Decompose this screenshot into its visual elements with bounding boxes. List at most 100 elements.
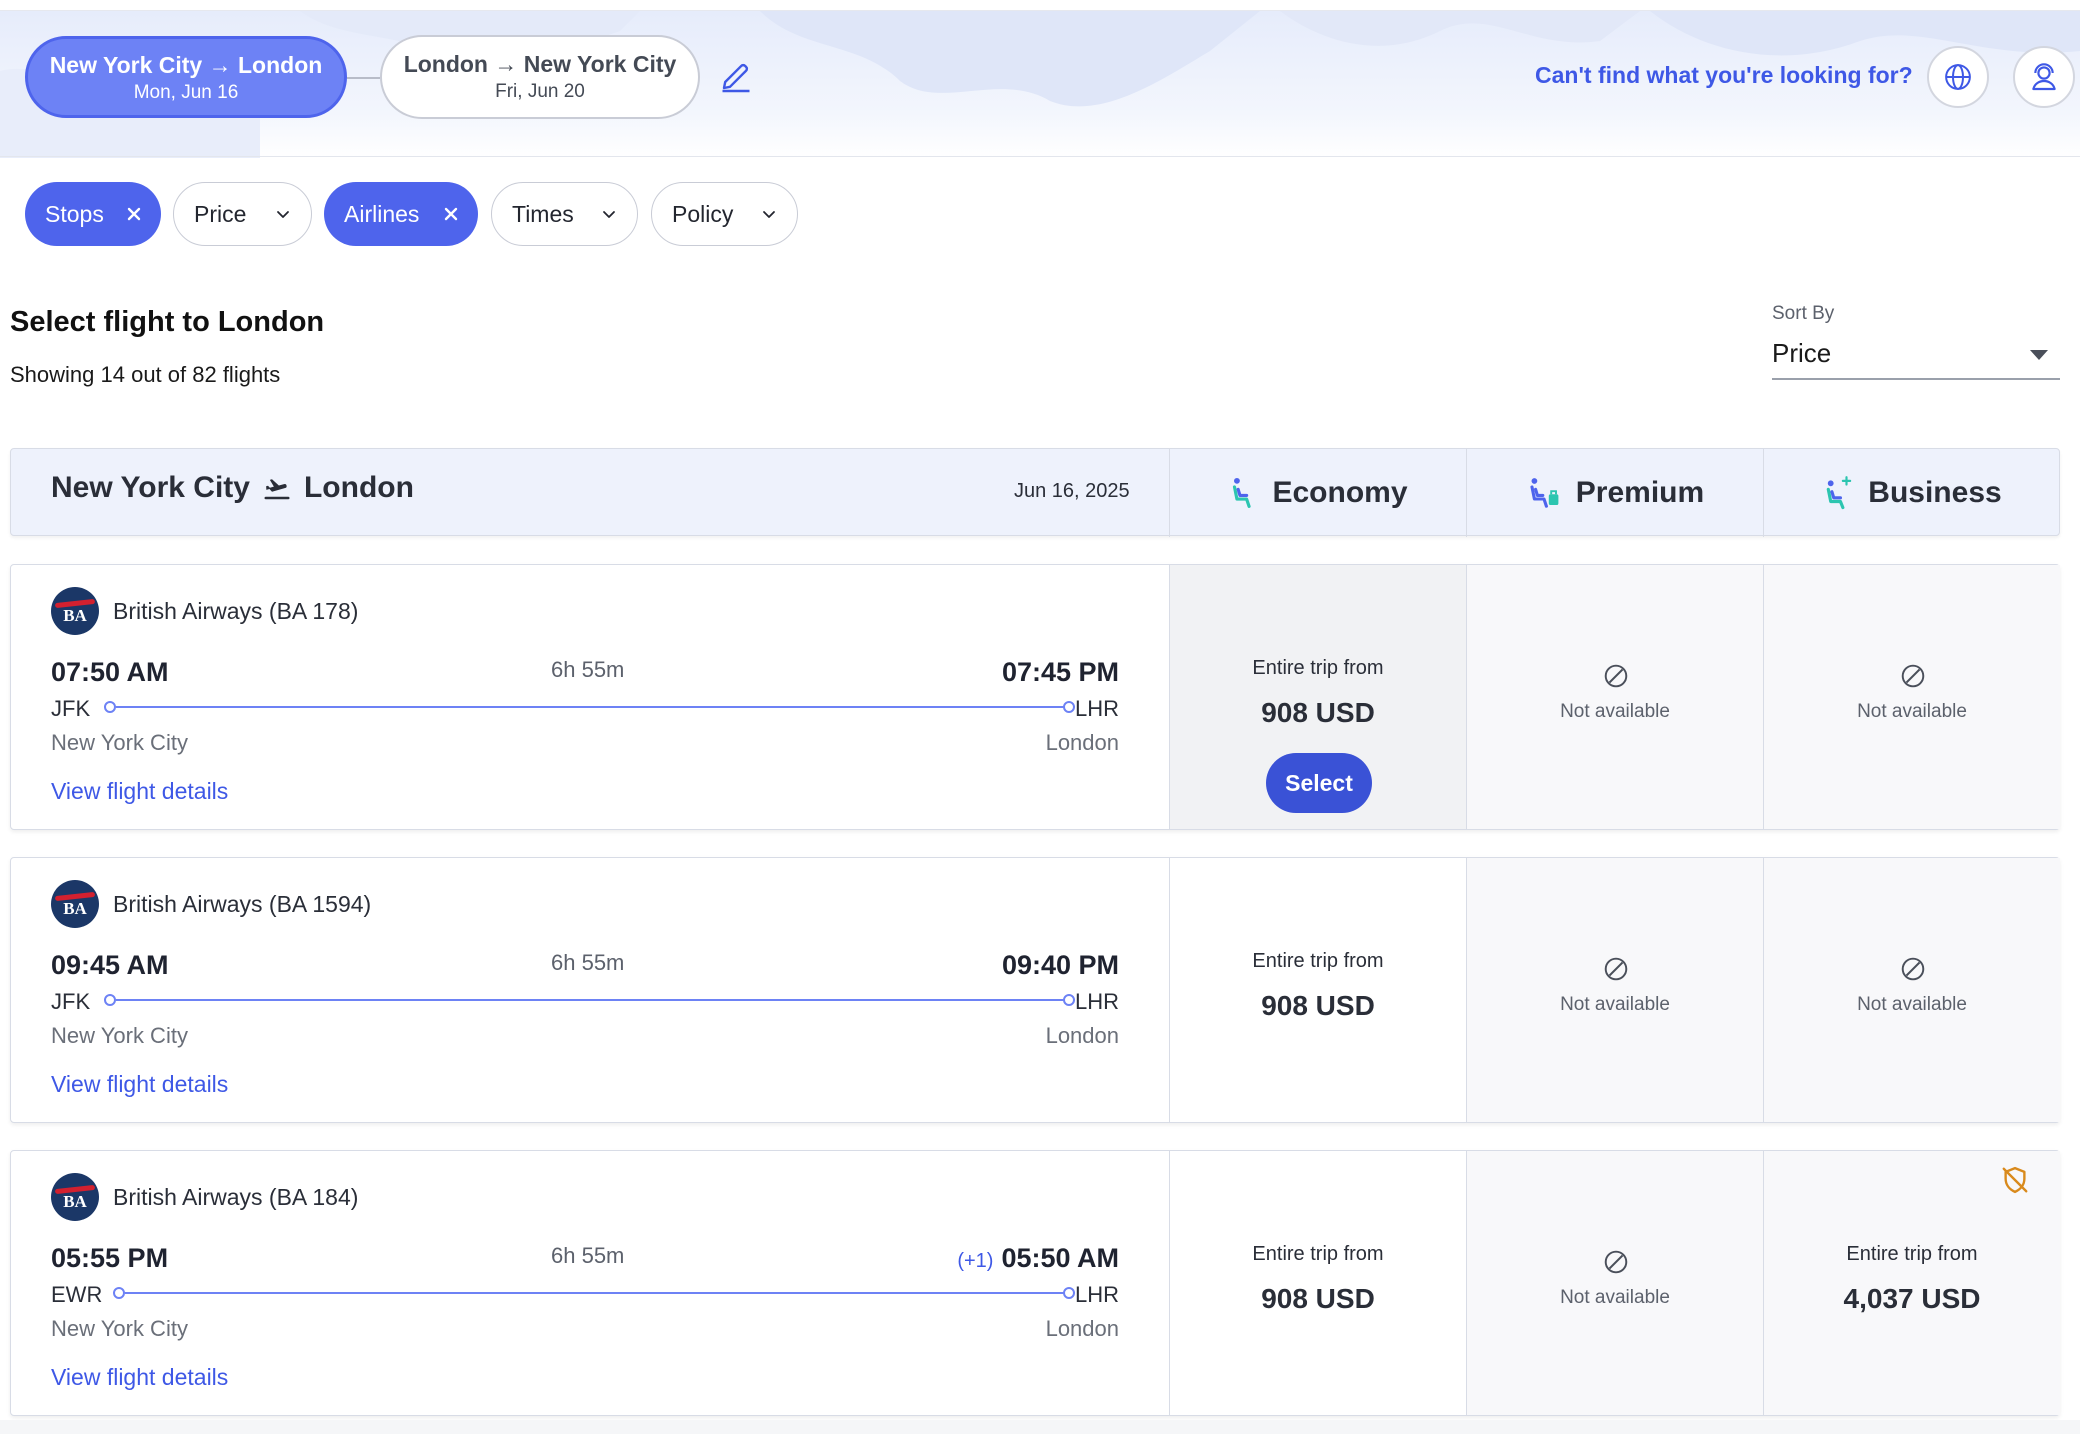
route-start-dot <box>104 701 116 713</box>
edit-icon[interactable] <box>718 58 754 94</box>
filter-price-label: Price <box>194 200 247 227</box>
fare-economy[interactable]: Entire trip from 908 USD <box>1169 1151 1466 1415</box>
route-end-dot <box>1063 1287 1075 1299</box>
return-leg-pill[interactable]: London → New York City Fri, Jun 20 <box>380 35 700 119</box>
flight-card: BA British Airways (BA 184) 05:55 PM 6h … <box>10 1150 2060 1416</box>
filter-airlines-label: Airlines <box>344 200 420 227</box>
flight-duration: 6h 55m <box>551 950 625 975</box>
header-origin: New York City <box>51 471 250 504</box>
fare-from-label: Entire trip from <box>1252 657 1384 679</box>
results-table-header: New York City London Jun 16, 2025 Econom… <box>10 448 2060 537</box>
chevron-down-icon <box>763 211 775 218</box>
not-available-text: Not available <box>1560 701 1670 722</box>
close-icon[interactable] <box>127 207 141 221</box>
close-icon[interactable] <box>444 207 458 221</box>
fare-business[interactable]: Entire trip from 4,037 USD <box>1763 1151 2060 1415</box>
filter-stops[interactable]: Stops <box>25 182 161 246</box>
outbound-date: Mon, Jun 16 <box>133 82 239 103</box>
departure-airport: JFK <box>51 989 91 1014</box>
view-flight-details-link[interactable]: View flight details <box>51 778 228 805</box>
route-start-dot <box>113 1287 125 1299</box>
flight-card: BA British Airways (BA 1594) 09:45 AM 6h… <box>10 857 2060 1123</box>
fare-economy[interactable]: Entire trip from 908 USD Select <box>1169 565 1466 829</box>
departure-time: 09:45 AM <box>51 950 169 980</box>
business-seat-icon <box>1827 476 1852 510</box>
hero-divider <box>0 156 2080 157</box>
fare-economy[interactable]: Entire trip from 908 USD <box>1169 858 1466 1122</box>
filter-times-label: Times <box>512 200 574 227</box>
airline-row: BA British Airways (BA 178) <box>51 587 358 635</box>
fare-price: 908 USD <box>1261 1283 1375 1314</box>
day-offset-badge: (+1) <box>957 1250 994 1272</box>
cabin-header-economy: Economy <box>1169 449 1466 537</box>
page-bottom-edge <box>0 1420 2080 1434</box>
filter-price[interactable]: Price <box>173 182 312 246</box>
plane-takeoff-icon <box>264 479 290 500</box>
arrival-airport: LHR <box>1074 696 1119 721</box>
cabin-business-label: Business <box>1868 476 2002 509</box>
not-available-text: Not available <box>1857 994 1967 1015</box>
arrival-time-value: 07:45 PM <box>1001 657 1119 687</box>
cabin-premium-label: Premium <box>1575 476 1705 509</box>
fare-from-label: Entire trip from <box>1846 1243 1978 1265</box>
outbound-leg-pill[interactable]: New York City → London Mon, Jun 16 <box>25 36 347 118</box>
not-available-text: Not available <box>1560 1287 1670 1308</box>
route-end-dot <box>1063 994 1075 1006</box>
language-button[interactable] <box>1927 46 1989 108</box>
page-title: Select flight to London <box>10 306 325 338</box>
chevron-down-icon <box>277 211 289 218</box>
flight-duration: 6h 55m <box>551 657 625 682</box>
globe-icon <box>1945 64 1971 90</box>
support-agent-button[interactable] <box>2013 46 2075 108</box>
fare-price: 4,037 USD <box>1843 1283 1981 1314</box>
arrival-city: London <box>1045 730 1119 755</box>
out-of-policy-shield-icon <box>2002 1166 2028 1194</box>
outbound-route: New York City → London <box>49 52 323 78</box>
view-flight-details-link[interactable]: View flight details <box>51 1071 228 1098</box>
route-line <box>116 999 1066 1001</box>
route-line <box>116 706 1066 708</box>
results-count: Showing 14 out of 82 flights <box>10 362 281 387</box>
arrival-time-value: 05:50 AM <box>1001 1243 1119 1273</box>
airline-row: BA British Airways (BA 1594) <box>51 880 371 928</box>
fare-price: 908 USD <box>1261 697 1375 728</box>
not-available-icon <box>1901 957 1925 981</box>
leg-connector <box>347 77 380 79</box>
departure-airport: JFK <box>51 696 91 721</box>
filter-airlines[interactable]: Airlines <box>324 182 478 246</box>
help-link[interactable]: Can't find what you're looking for? <box>1535 62 1913 89</box>
arrival-city: London <box>1045 1023 1119 1048</box>
flight-duration: 6h 55m <box>551 1243 625 1268</box>
filter-policy-label: Policy <box>672 200 734 227</box>
arrival-airport: LHR <box>1074 989 1119 1014</box>
departure-city: New York City <box>51 730 188 755</box>
arrival-time: (+1) 05:50 AM <box>957 1243 1119 1274</box>
departure-time: 05:55 PM <box>51 1243 169 1273</box>
sort-select[interactable]: Price <box>1772 334 2060 380</box>
airline-name: British Airways (BA 184) <box>113 1183 359 1210</box>
fare-from-label: Entire trip from <box>1252 950 1384 972</box>
return-route: London → New York City <box>403 51 677 77</box>
filter-policy[interactable]: Policy <box>651 182 798 246</box>
sort-label: Sort By <box>1772 303 1835 324</box>
agent-icon <box>2032 63 2056 91</box>
arrival-time: 07:45 PM <box>1002 657 1119 688</box>
fare-premium: Not available <box>1466 1151 1763 1415</box>
arrival-time: 09:40 PM <box>1002 950 1119 981</box>
economy-seat-icon <box>1233 477 1252 508</box>
not-available-text: Not available <box>1857 701 1967 722</box>
caret-down-icon <box>2030 350 2048 360</box>
view-flight-details-link[interactable]: View flight details <box>51 1364 228 1391</box>
filter-times[interactable]: Times <box>491 182 638 246</box>
fare-price: 908 USD <box>1261 990 1375 1021</box>
arrival-airport: LHR <box>1074 1282 1119 1307</box>
airline-logo: BA <box>51 880 99 928</box>
select-button[interactable]: Select <box>1266 753 1372 813</box>
departure-city: New York City <box>51 1316 188 1341</box>
departure-city: New York City <box>51 1023 188 1048</box>
not-available-icon <box>1604 957 1628 981</box>
route-line <box>125 1292 1066 1294</box>
cabin-header-premium: Premium <box>1466 449 1763 537</box>
not-available-text: Not available <box>1560 994 1670 1015</box>
filter-stops-label: Stops <box>45 200 104 227</box>
